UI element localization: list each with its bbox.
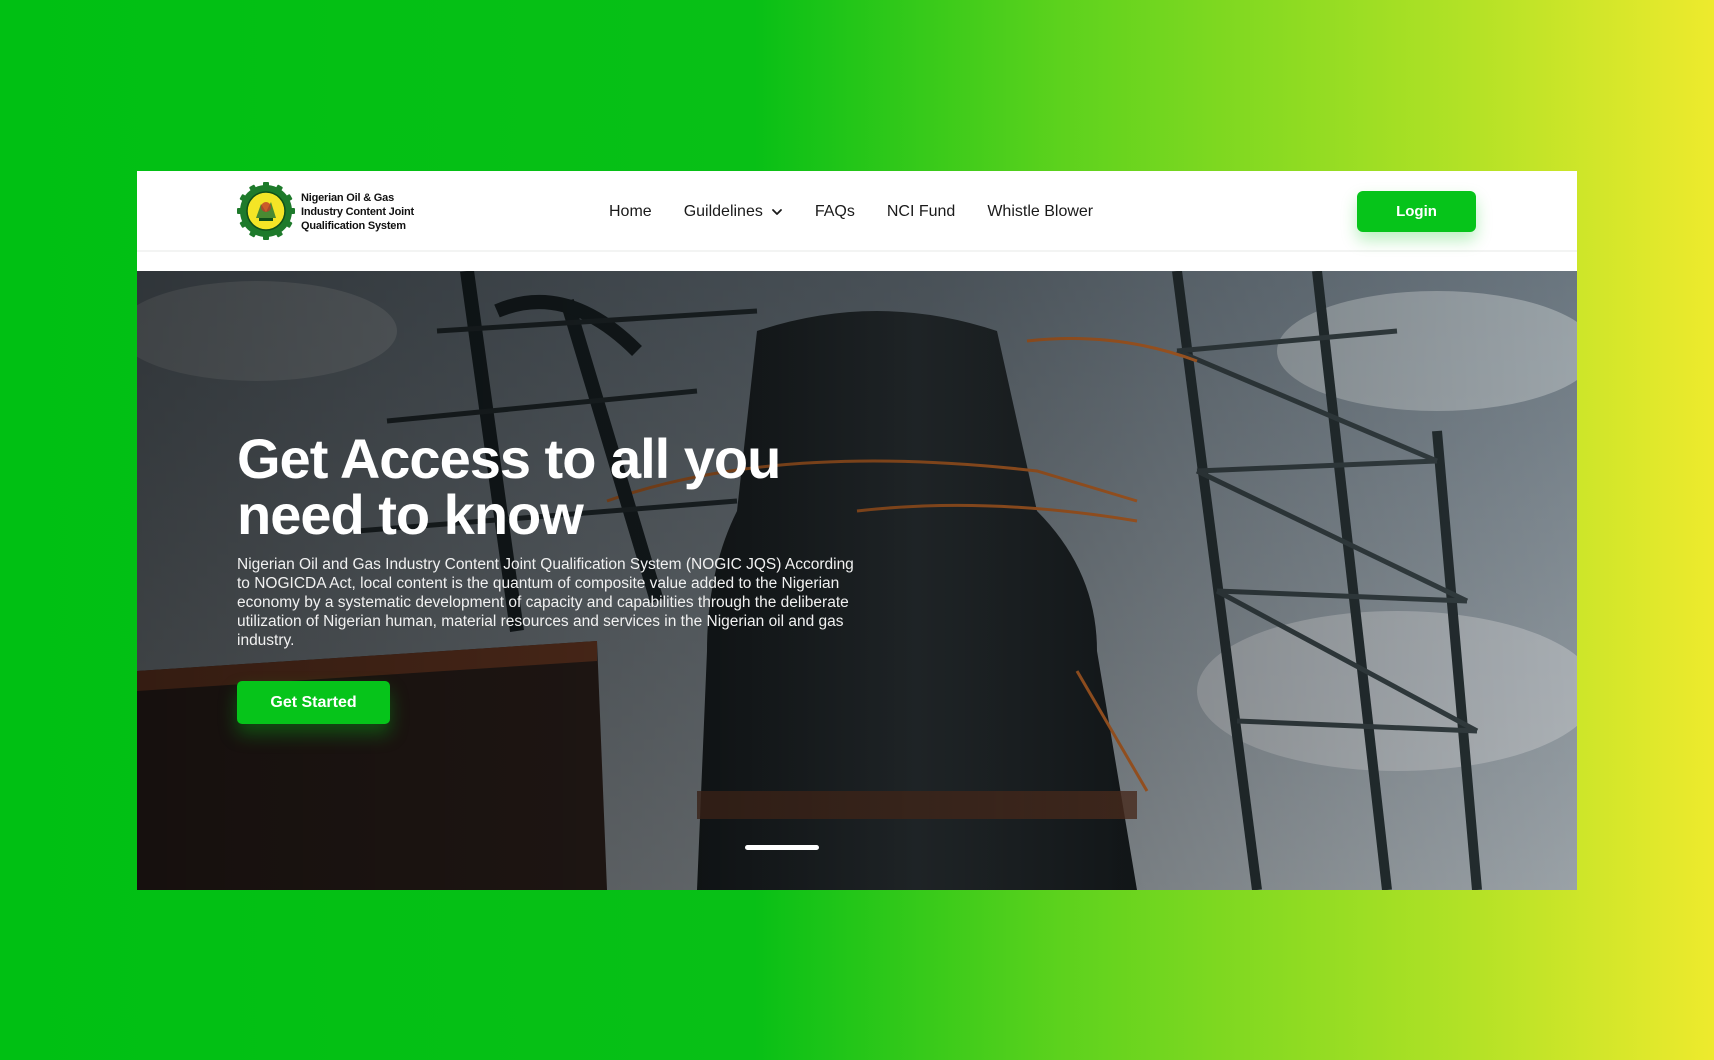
- nav-item-faqs[interactable]: FAQs: [815, 203, 855, 221]
- main-nav: Home Guildelines FAQs NCI Fund Whistle B…: [609, 171, 1093, 252]
- brand-name-line-3: Qualification System: [301, 220, 406, 232]
- login-button[interactable]: Login: [1357, 191, 1476, 232]
- hero-title: Get Access to all you need to know: [237, 427, 781, 546]
- hero-description: Nigerian Oil and Gas Industry Content Jo…: [237, 556, 854, 649]
- brand-name-line-1: Nigerian Oil & Gas: [301, 192, 394, 204]
- nav-item-whistle-blower[interactable]: Whistle Blower: [987, 203, 1093, 221]
- nogic-jqs-gear-logo-icon[interactable]: [237, 182, 295, 240]
- chevron-down-icon: [771, 208, 782, 215]
- nav-item-home-label: Home: [609, 202, 652, 220]
- brand-name-line-2: Industry Content Joint: [301, 206, 414, 218]
- browser-page-frame: Nigerian Oil & Gas Industry Content Join…: [137, 171, 1577, 890]
- nav-item-home[interactable]: Home: [609, 203, 652, 221]
- nav-item-guidelines[interactable]: Guildelines: [684, 203, 783, 221]
- top-navbar: Nigerian Oil & Gas Industry Content Join…: [137, 171, 1577, 252]
- nav-item-whistle-blower-label: Whistle Blower: [987, 202, 1094, 220]
- nav-item-faqs-label: FAQs: [814, 202, 855, 220]
- get-started-button[interactable]: Get Started: [237, 681, 390, 724]
- hero-section: Get Access to all you need to know Niger…: [137, 271, 1577, 890]
- nav-item-guidelines-label: Guildelines: [683, 202, 763, 220]
- carousel-indicator-active[interactable]: [745, 845, 819, 850]
- nav-item-nci-fund-label: NCI Fund: [886, 202, 956, 220]
- brand-name: Nigerian Oil & Gas Industry Content Join…: [301, 191, 441, 233]
- nav-item-nci-fund[interactable]: NCI Fund: [887, 203, 955, 221]
